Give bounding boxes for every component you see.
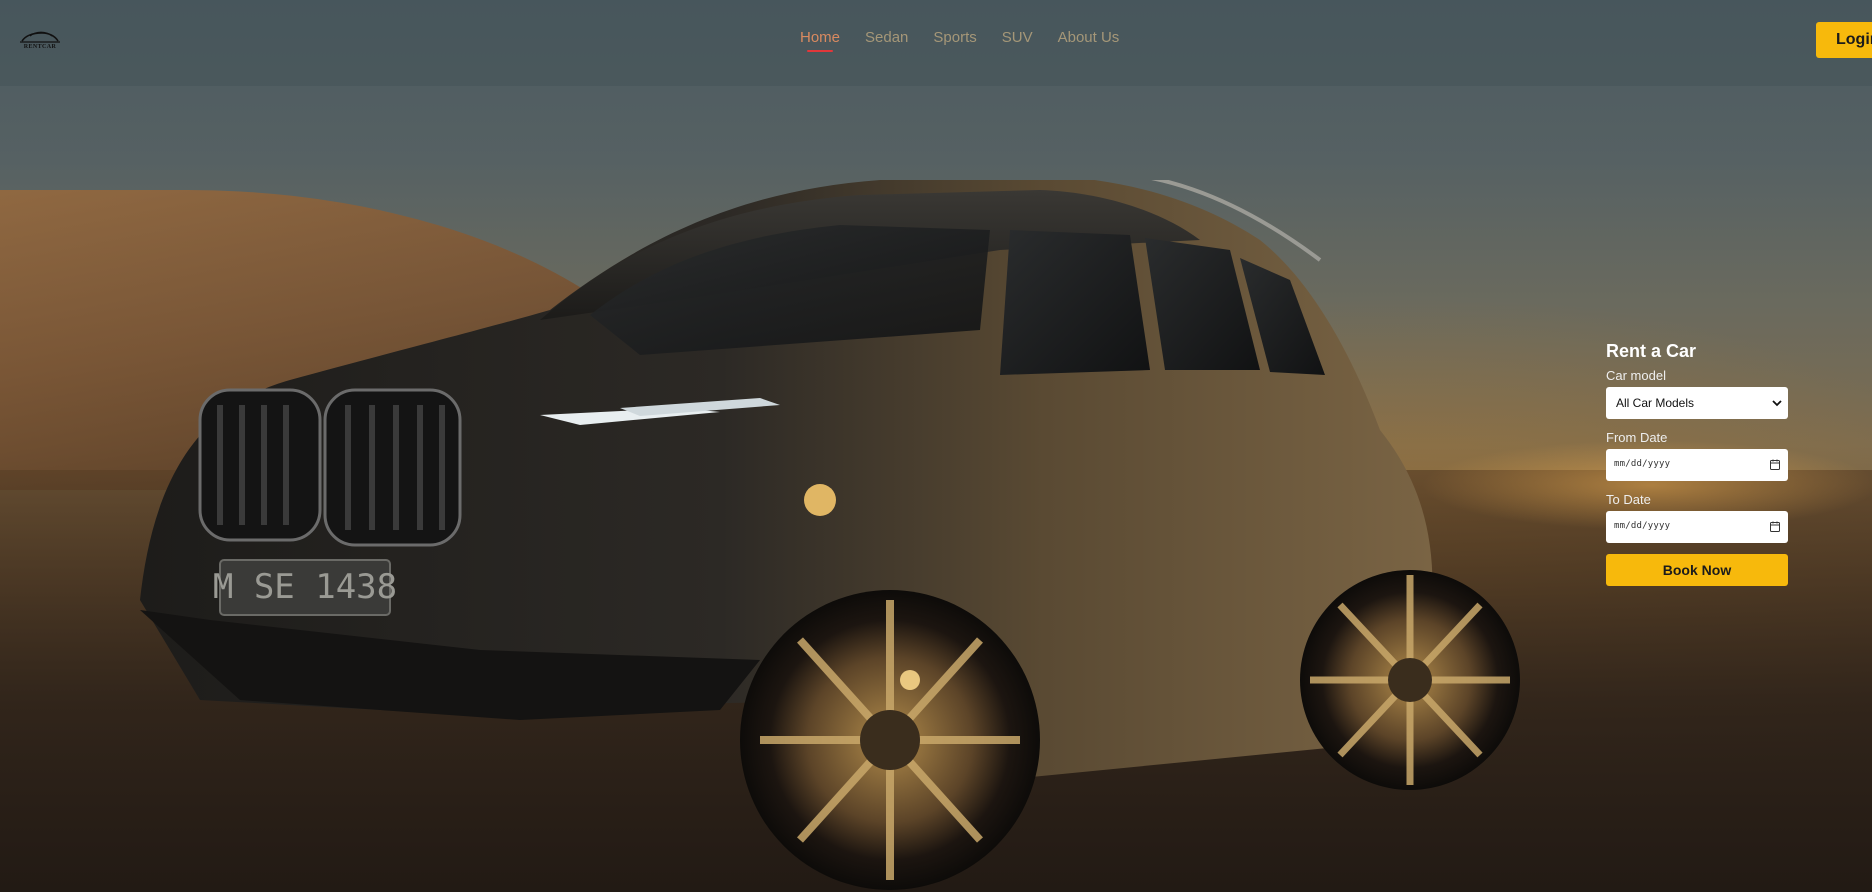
book-now-button[interactable]: Book Now	[1606, 554, 1788, 586]
from-date-placeholder: mm/dd/yyyy	[1614, 459, 1671, 469]
calendar-icon[interactable]	[1770, 459, 1780, 470]
to-date-label: To Date	[1606, 492, 1651, 507]
rent-a-car-form: Rent a Car Car model All Car Models From…	[1606, 340, 1788, 586]
login-button[interactable]: Login	[1816, 22, 1872, 58]
license-plate-text: M SE 1438	[213, 567, 397, 607]
nav-link-suv[interactable]: SUV	[1002, 29, 1033, 46]
car-model-selected-value: All Car Models	[1616, 396, 1695, 410]
calendar-icon[interactable]	[1770, 521, 1780, 532]
to-date-input[interactable]: mm/dd/yyyy	[1606, 511, 1788, 543]
car-model-label: Car model	[1606, 368, 1666, 383]
booking-title: Rent a Car	[1606, 341, 1697, 361]
car-model-select[interactable]: All Car Models	[1606, 387, 1788, 419]
chevron-down-icon	[1772, 400, 1782, 407]
brand-logo[interactable]: RENTCAR	[18, 30, 62, 54]
nav-link-about-us[interactable]: About Us	[1058, 29, 1120, 46]
page: M SE 1438 RENTCAR Home Sedan Sports SUV …	[0, 0, 1872, 892]
nav-link-sports[interactable]: Sports	[933, 29, 976, 46]
from-date-label: From Date	[1606, 430, 1668, 445]
main-nav: Home Sedan Sports SUV About Us	[800, 29, 1120, 52]
to-date-placeholder: mm/dd/yyyy	[1614, 521, 1671, 531]
brand-logo-text: RENTCAR	[23, 44, 57, 50]
nav-link-sedan[interactable]: Sedan	[865, 29, 908, 46]
nav-link-home[interactable]: Home	[800, 29, 840, 52]
hero-background: M SE 1438	[0, 0, 1872, 892]
from-date-input[interactable]: mm/dd/yyyy	[1606, 449, 1788, 481]
car-logo-icon	[20, 31, 60, 43]
top-navbar: RENTCAR Home Sedan Sports SUV About Us L…	[0, 0, 1872, 86]
hero-suv-image: M SE 1438	[120, 180, 1680, 892]
